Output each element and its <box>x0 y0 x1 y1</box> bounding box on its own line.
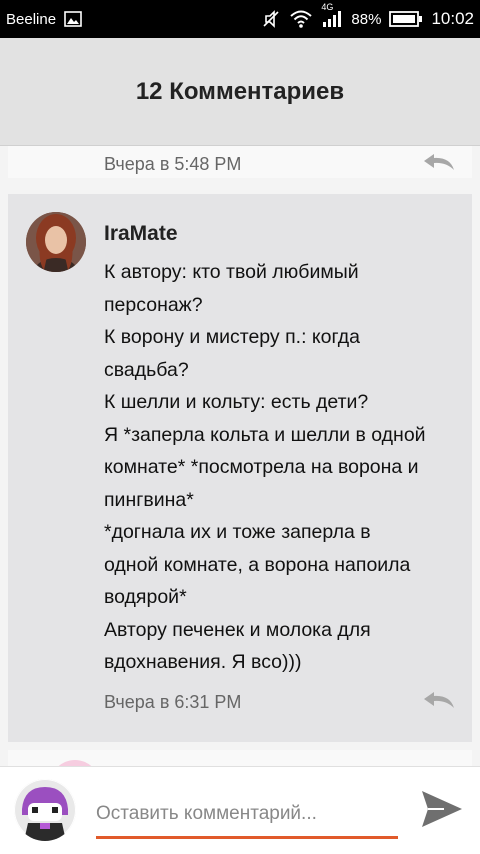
comment-line: свадьба? <box>104 358 189 381</box>
wifi-icon <box>289 9 313 29</box>
battery-percent: 88% <box>351 10 382 28</box>
avatar[interactable] <box>26 212 86 272</box>
reply-icon[interactable] <box>422 152 456 177</box>
comment-card-previous: Вчера в 5:48 PM <box>8 146 472 178</box>
comment-meta: Вчера в 6:31 PM <box>104 690 456 715</box>
my-avatar <box>14 779 76 841</box>
comment-line: вдохнавения. Я всо))) <box>104 651 302 673</box>
comment-line: К шелли и кольту: есть дети? <box>104 391 369 413</box>
comment-meta: Вчера в 5:48 PM <box>104 152 456 177</box>
status-right: 4G 88% 10:02 <box>261 2 474 29</box>
clock: 10:02 <box>431 9 474 28</box>
comment-composer <box>0 766 480 854</box>
comment-time: Вчера в 5:48 PM <box>104 154 242 174</box>
comment-body: К автору: кто твой любимый персонаж? К в… <box>104 256 464 679</box>
comment-time: Вчера в 6:31 PM <box>104 692 242 712</box>
send-button[interactable] <box>418 787 466 835</box>
comment-card: IraMate К автору: кто твой любимый персо… <box>8 194 472 742</box>
battery-icon <box>389 10 423 28</box>
comment-line: комнате* *посмотрела на ворона и <box>104 456 419 478</box>
comment-line: персонаж? <box>104 293 203 316</box>
signal-icon: 4G <box>321 2 343 28</box>
carrier-name: Beeline <box>6 10 57 28</box>
comment-card-next <box>8 750 472 766</box>
status-left: Beeline <box>6 11 82 28</box>
image-icon <box>64 11 82 27</box>
comment-input[interactable] <box>96 791 398 839</box>
comment-line: водярой* <box>104 586 187 608</box>
comment-line: Автору печенек и молока для <box>104 618 371 641</box>
comment-line: Я *заперла кольта и шелли в одной <box>104 423 426 446</box>
page-title: 12 Комментариев <box>135 77 345 105</box>
comment-line: К автору: кто твой любимый <box>104 261 359 283</box>
comments-list[interactable]: Вчера в 5:48 PM IraMate К автору: кто тв… <box>0 146 480 766</box>
reply-icon[interactable] <box>422 690 456 715</box>
header: 12 Комментариев <box>0 38 480 146</box>
comment-line: *догнала их и тоже заперла в <box>104 521 371 543</box>
send-icon <box>420 789 464 834</box>
comment-line: одной комнате, а ворона напоила <box>104 553 411 576</box>
comment-author[interactable]: IraMate <box>104 222 178 246</box>
comment-line: пингвина* <box>104 488 194 511</box>
mute-icon <box>261 9 281 29</box>
comment-line: К ворону и мистеру п.: когда <box>104 326 360 348</box>
status-bar: Beeline 4G 88% 10:02 <box>0 0 480 38</box>
network-type: 4G <box>321 2 334 12</box>
